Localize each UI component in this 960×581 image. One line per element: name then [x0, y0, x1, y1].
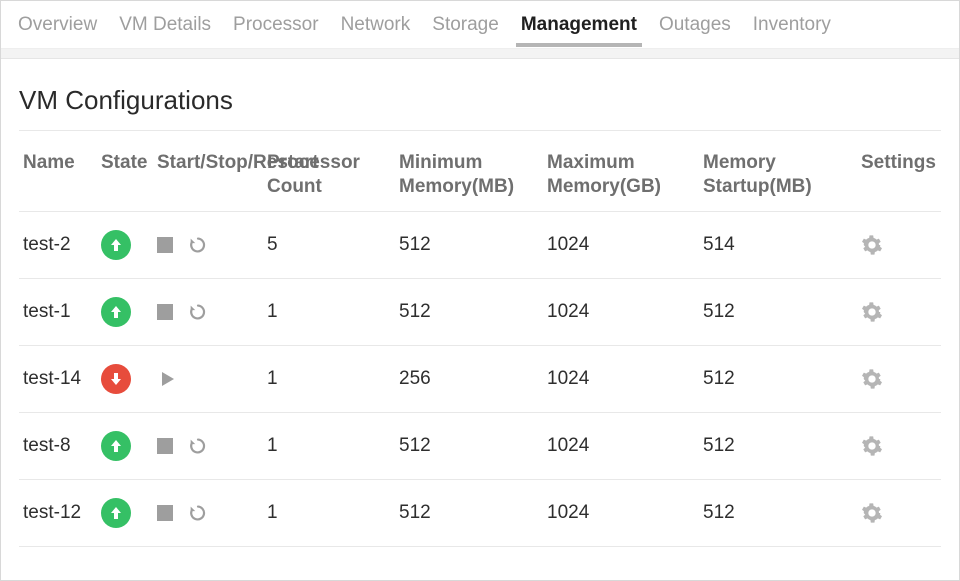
cell-maxmem: 1024 [543, 479, 699, 546]
cell-startmem: 512 [699, 412, 857, 479]
page-title: VM Configurations [19, 85, 941, 131]
tab-bar: Overview VM Details Processor Network St… [1, 1, 959, 49]
restart-icon[interactable] [187, 502, 209, 524]
arrow-up-icon [101, 431, 131, 461]
table-row: test-14 12561024512 [19, 345, 941, 412]
tab-inventory[interactable]: Inventory [742, 4, 842, 46]
tab-management[interactable]: Management [510, 4, 648, 46]
arrow-up-icon [101, 498, 131, 528]
stop-icon[interactable] [157, 304, 173, 320]
cell-proc: 1 [263, 345, 395, 412]
cell-settings [857, 479, 941, 546]
sub-bar [1, 49, 959, 59]
vm-table: Name State Start/Stop/Restart Processor … [19, 145, 941, 547]
cell-maxmem: 1024 [543, 412, 699, 479]
cell-maxmem: 1024 [543, 278, 699, 345]
arrow-up-icon [101, 230, 131, 260]
cell-start-stop-restart [153, 211, 263, 278]
col-header-name[interactable]: Name [19, 145, 97, 211]
cell-startmem: 514 [699, 211, 857, 278]
cell-start-stop-restart [153, 345, 263, 412]
cell-state [97, 278, 153, 345]
cell-settings [857, 345, 941, 412]
cell-name: test-2 [19, 211, 97, 278]
tab-storage[interactable]: Storage [421, 4, 510, 46]
col-header-maxmem[interactable]: Maximum Memory(GB) [543, 145, 699, 211]
gear-icon[interactable] [861, 301, 937, 323]
cell-startmem: 512 [699, 278, 857, 345]
table-row: test-2 55121024514 [19, 211, 941, 278]
cell-state [97, 211, 153, 278]
cell-minmem: 512 [395, 479, 543, 546]
col-header-startmem[interactable]: Memory Startup(MB) [699, 145, 857, 211]
table-row: test-12 15121024512 [19, 479, 941, 546]
col-header-proc[interactable]: Processor Count [263, 145, 395, 211]
tab-network[interactable]: Network [330, 4, 422, 46]
cell-maxmem: 1024 [543, 211, 699, 278]
col-header-settings[interactable]: Settings [857, 145, 941, 211]
stop-icon[interactable] [157, 505, 173, 521]
cell-minmem: 256 [395, 345, 543, 412]
gear-icon[interactable] [861, 435, 937, 457]
stop-icon[interactable] [157, 438, 173, 454]
cell-settings [857, 278, 941, 345]
play-icon[interactable] [157, 369, 177, 389]
cell-name: test-1 [19, 278, 97, 345]
restart-icon[interactable] [187, 435, 209, 457]
col-header-ssr[interactable]: Start/Stop/Restart [153, 145, 263, 211]
restart-icon[interactable] [187, 301, 209, 323]
arrow-down-icon [101, 364, 131, 394]
arrow-up-icon [101, 297, 131, 327]
cell-settings [857, 211, 941, 278]
cell-name: test-8 [19, 412, 97, 479]
stop-icon[interactable] [157, 237, 173, 253]
cell-state [97, 479, 153, 546]
cell-start-stop-restart [153, 479, 263, 546]
tab-overview[interactable]: Overview [7, 4, 108, 46]
table-header-row: Name State Start/Stop/Restart Processor … [19, 145, 941, 211]
cell-startmem: 512 [699, 345, 857, 412]
tab-vm-details[interactable]: VM Details [108, 4, 222, 46]
table-row: test-1 15121024512 [19, 278, 941, 345]
gear-icon[interactable] [861, 368, 937, 390]
cell-start-stop-restart [153, 278, 263, 345]
cell-proc: 1 [263, 412, 395, 479]
cell-name: test-12 [19, 479, 97, 546]
cell-start-stop-restart [153, 412, 263, 479]
col-header-state[interactable]: State [97, 145, 153, 211]
restart-icon[interactable] [187, 234, 209, 256]
cell-minmem: 512 [395, 278, 543, 345]
gear-icon[interactable] [861, 502, 937, 524]
cell-minmem: 512 [395, 211, 543, 278]
cell-state [97, 345, 153, 412]
gear-icon[interactable] [861, 234, 937, 256]
cell-maxmem: 1024 [543, 345, 699, 412]
tab-outages[interactable]: Outages [648, 4, 742, 46]
cell-state [97, 412, 153, 479]
table-row: test-8 15121024512 [19, 412, 941, 479]
cell-settings [857, 412, 941, 479]
tab-processor[interactable]: Processor [222, 4, 330, 46]
cell-proc: 1 [263, 278, 395, 345]
cell-proc: 5 [263, 211, 395, 278]
cell-proc: 1 [263, 479, 395, 546]
cell-startmem: 512 [699, 479, 857, 546]
col-header-minmem[interactable]: Minimum Memory(MB) [395, 145, 543, 211]
cell-minmem: 512 [395, 412, 543, 479]
cell-name: test-14 [19, 345, 97, 412]
